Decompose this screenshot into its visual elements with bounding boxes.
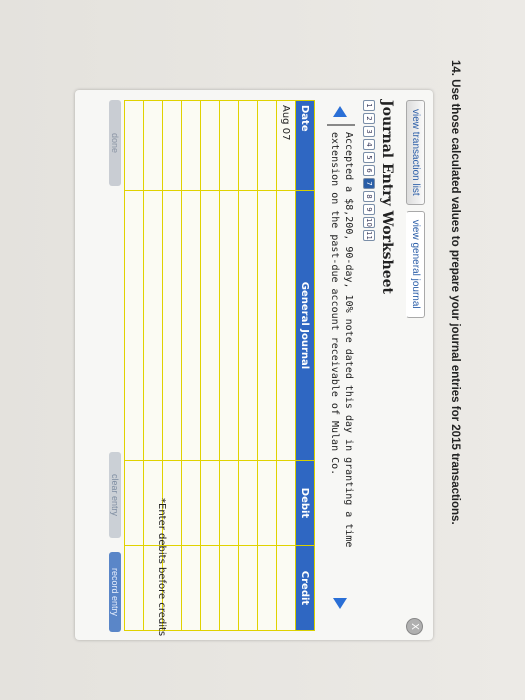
credit-cell[interactable] — [219, 545, 239, 631]
table-row — [124, 100, 144, 631]
debit-cell[interactable] — [238, 460, 258, 546]
credit-cell[interactable] — [124, 545, 144, 631]
account-cell[interactable] — [257, 190, 277, 461]
step-button-11[interactable]: 11 — [363, 230, 375, 241]
tab-bar: view transaction list view general journ… — [406, 100, 425, 318]
tab-view-transaction-list[interactable]: view transaction list — [406, 100, 425, 205]
date-cell[interactable] — [200, 100, 220, 191]
date-cell[interactable] — [143, 100, 163, 191]
column-header-credit: Credit — [295, 545, 315, 631]
table-row — [200, 100, 220, 631]
step-button-8[interactable]: 8 — [363, 191, 375, 202]
rotated-screen: 14. Use those calculated values to prepa… — [0, 0, 525, 700]
date-cell[interactable] — [219, 100, 239, 191]
date-cell[interactable] — [181, 100, 201, 191]
clear-entry-button[interactable]: clear entry — [109, 452, 121, 538]
table-row — [238, 100, 258, 631]
worksheet-title: Journal Entry Worksheet — [379, 100, 395, 294]
record-entry-button[interactable]: record entry — [109, 552, 121, 632]
step-button-1[interactable]: 1 — [363, 100, 375, 111]
account-cell[interactable] — [162, 190, 182, 461]
instruction-text: 14. Use those calculated values to prepa… — [449, 60, 461, 525]
close-icon[interactable]: X — [406, 618, 423, 635]
credit-cell[interactable] — [200, 545, 220, 631]
tab-view-general-journal[interactable]: view general journal — [406, 210, 425, 318]
column-header-debit: Debit — [295, 460, 315, 546]
step-button-10[interactable]: 10 — [363, 217, 375, 228]
account-cell[interactable] — [181, 190, 201, 461]
account-cell[interactable] — [200, 190, 220, 461]
step-button-9[interactable]: 9 — [363, 204, 375, 215]
step-button-6[interactable]: 6 — [363, 165, 375, 176]
debit-cell[interactable] — [257, 460, 277, 546]
table-row — [181, 100, 201, 631]
credit-cell[interactable] — [257, 545, 277, 631]
table-row — [219, 100, 239, 631]
debit-cell[interactable] — [124, 460, 144, 546]
column-header-general-journal: General Journal — [295, 190, 315, 461]
debit-cell[interactable] — [276, 460, 296, 546]
debit-cell[interactable] — [219, 460, 239, 546]
done-button[interactable]: done — [109, 100, 121, 186]
account-cell[interactable] — [124, 190, 144, 461]
step-button-2[interactable]: 2 — [363, 113, 375, 124]
journal-table: Date General Journal Debit Credit Aug 07 — [124, 100, 315, 631]
step-button-4[interactable]: 4 — [363, 139, 375, 150]
account-cell[interactable] — [219, 190, 239, 461]
step-button-3[interactable]: 3 — [363, 126, 375, 137]
step-selector: 1 2 3 4 5 6 7 8 9 10 11 — [363, 100, 375, 241]
credit-cell[interactable] — [181, 545, 201, 631]
credit-cell[interactable] — [276, 545, 296, 631]
date-cell[interactable] — [257, 100, 277, 191]
table-header-row: Date General Journal Debit Credit — [295, 100, 315, 631]
date-cell[interactable] — [238, 100, 258, 191]
step-button-5[interactable]: 5 — [363, 152, 375, 163]
date-cell[interactable] — [124, 100, 144, 191]
previous-arrow-icon[interactable] — [333, 106, 347, 117]
next-arrow-icon[interactable] — [333, 598, 347, 609]
table-row — [257, 100, 277, 631]
date-cell[interactable] — [162, 100, 182, 191]
account-cell[interactable] — [143, 190, 163, 461]
debit-cell[interactable] — [181, 460, 201, 546]
transaction-description: Accepted a $8,200, 90-day, 10% note date… — [327, 124, 355, 592]
date-cell[interactable]: Aug 07 — [276, 100, 296, 191]
column-header-date: Date — [295, 100, 315, 191]
table-row: Aug 07 — [276, 100, 296, 631]
credit-cell[interactable] — [238, 545, 258, 631]
debits-hint: *Enter debits before credits — [156, 498, 167, 637]
account-cell[interactable] — [238, 190, 258, 461]
debit-cell[interactable] — [200, 460, 220, 546]
account-cell[interactable] — [276, 190, 296, 461]
step-button-7[interactable]: 7 — [363, 178, 375, 189]
